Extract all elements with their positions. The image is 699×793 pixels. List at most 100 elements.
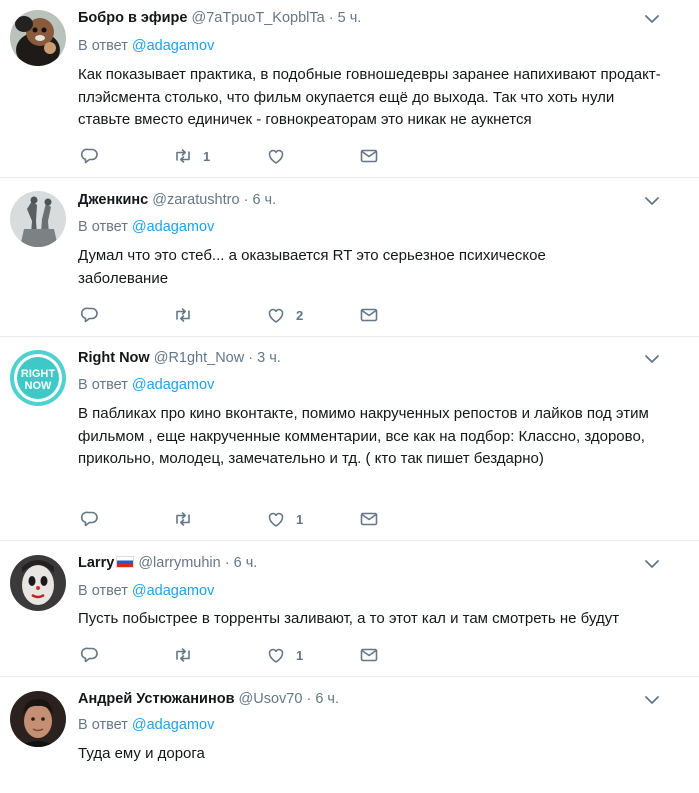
separator: · [306, 691, 312, 707]
tweet-text: Пусть побыстрее в торренты заливают, а т… [78, 610, 620, 627]
avatar[interactable] [10, 191, 66, 247]
author-name[interactable]: Larry [78, 555, 114, 571]
mention-link[interactable]: @adagamov [132, 219, 214, 235]
heart-icon [268, 149, 284, 164]
like-count: 1 [296, 511, 304, 527]
chevron-down-icon[interactable] [643, 192, 661, 210]
tweet[interactable]: RIGHT NOW Right Now @R1ght_Now · 3 ч. В о… [0, 337, 699, 541]
author-handle[interactable]: @zaratushtro [152, 192, 239, 208]
author-name[interactable]: Бобро в эфире [78, 10, 187, 26]
reply-context: В ответ @adagamov [78, 377, 214, 393]
logo-text-right: RIGHT [21, 368, 56, 380]
reply-context: В ответ @adagamov [78, 219, 214, 235]
tweet-header: Андрей Устюжанинов @Usov70 · 6 ч. [78, 691, 339, 707]
like-button[interactable]: 1 [266, 509, 303, 529]
chevron-down-icon[interactable] [643, 10, 661, 28]
message-button[interactable] [359, 645, 379, 665]
message-button[interactable] [359, 305, 379, 325]
retweet-count: 1 [203, 148, 211, 164]
author-handle[interactable]: @R1ght_Now [154, 350, 244, 366]
separator: · [224, 555, 230, 571]
author-name[interactable]: Right Now [78, 350, 150, 366]
reply-button[interactable] [80, 146, 110, 166]
timestamp[interactable]: 5 ч. [338, 10, 362, 26]
tweet-text: В пабликах про кино вконтакте, помимо на… [78, 405, 649, 467]
author-handle[interactable]: @larrymuhin [138, 555, 220, 571]
tweet-actions: 2 [78, 305, 398, 327]
retweet-button[interactable]: 1 [173, 146, 210, 166]
message-button[interactable] [359, 509, 379, 529]
reply-prefix: В ответ [78, 377, 128, 393]
message-button[interactable] [359, 146, 379, 166]
reply-prefix: В ответ [78, 219, 128, 235]
author-name[interactable]: Андрей Устюжанинов [78, 691, 234, 707]
reply-icon [80, 148, 98, 164]
mention-link[interactable]: @adagamov [132, 38, 214, 54]
retweet-icon [176, 149, 190, 163]
separator: · [248, 350, 254, 366]
tweet-header: Larry @larrymuhin · 6 ч. [78, 555, 257, 571]
timestamp[interactable]: 3 ч. [257, 350, 281, 366]
avatar[interactable]: RIGHT NOW [10, 350, 66, 406]
tweet[interactable]: Андрей Устюжанинов @Usov70 · 6 ч. В отве… [0, 677, 699, 793]
logo-text-now: NOW [25, 380, 53, 392]
retweet-icon [176, 308, 190, 322]
chevron-down-icon[interactable] [643, 350, 661, 368]
retweet-button[interactable] [173, 509, 203, 529]
tweet-text: Туда ему и дорога [78, 745, 205, 762]
tweet[interactable]: Larry @larrymuhin · 6 ч. В ответ @adagam… [0, 541, 699, 677]
avatar[interactable] [10, 555, 66, 611]
like-button[interactable] [266, 146, 296, 166]
timestamp[interactable]: 6 ч. [315, 691, 339, 707]
tweet-header: Дженкинс @zaratushtro · 6 ч. [78, 192, 276, 208]
heart-icon [268, 308, 284, 323]
heart-icon [268, 648, 284, 663]
reply-prefix: В ответ [78, 717, 128, 733]
tweet-text: Думал что это стеб... а оказывается RT э… [78, 247, 546, 287]
envelope-icon [360, 512, 378, 526]
like-button[interactable]: 1 [266, 645, 303, 665]
reply-context: В ответ @adagamov [78, 583, 214, 599]
retweet-button[interactable] [173, 645, 203, 665]
russia-flag-icon [116, 556, 135, 568]
author-handle[interactable]: @7aTpuoT_KopblTa [191, 10, 324, 26]
tweet[interactable]: Бобро в эфире @7aTpuoT_KopblTa · 5 ч. В … [0, 0, 699, 178]
tweet-header: Right Now @R1ght_Now · 3 ч. [78, 350, 281, 366]
retweet-icon [176, 648, 190, 662]
tweet[interactable]: Дженкинс @zaratushtro · 6 ч. В ответ @ad… [0, 178, 699, 337]
retweet-button[interactable] [173, 305, 203, 325]
separator: · [328, 10, 334, 26]
timestamp[interactable]: 6 ч. [252, 192, 276, 208]
reply-prefix: В ответ [78, 583, 128, 599]
avatar[interactable] [10, 691, 66, 747]
retweet-icon [176, 512, 190, 526]
like-button[interactable]: 2 [266, 305, 303, 325]
chevron-down-icon[interactable] [643, 555, 661, 573]
tweet-text: Как показывает практика, в подобные говн… [78, 66, 661, 128]
author-name[interactable]: Дженкинс [78, 192, 148, 208]
author-handle[interactable]: @Usov70 [239, 691, 303, 707]
reply-icon [80, 307, 98, 323]
like-count: 1 [296, 647, 304, 663]
chevron-down-icon[interactable] [643, 691, 661, 709]
reply-prefix: В ответ [78, 38, 128, 54]
avatar[interactable] [10, 10, 66, 66]
mention-link[interactable]: @adagamov [132, 583, 214, 599]
reply-context: В ответ @adagamov [78, 38, 214, 54]
tweet-header: Бобро в эфире @7aTpuoT_KopblTa · 5 ч. [78, 10, 361, 26]
reply-button[interactable] [80, 305, 110, 325]
envelope-icon [360, 308, 378, 322]
like-count: 2 [296, 307, 304, 323]
reply-button[interactable] [80, 645, 110, 665]
timestamp[interactable]: 6 ч. [234, 555, 258, 571]
envelope-icon [360, 149, 378, 163]
reply-context: В ответ @adagamov [78, 717, 214, 733]
mention-link[interactable]: @adagamov [132, 717, 214, 733]
reply-button[interactable] [80, 509, 110, 529]
heart-icon [268, 512, 284, 527]
separator: · [243, 192, 249, 208]
mention-link[interactable]: @adagamov [132, 377, 214, 393]
tweet-actions: 1 [78, 509, 398, 531]
envelope-icon [360, 648, 378, 662]
reply-icon [80, 647, 98, 663]
